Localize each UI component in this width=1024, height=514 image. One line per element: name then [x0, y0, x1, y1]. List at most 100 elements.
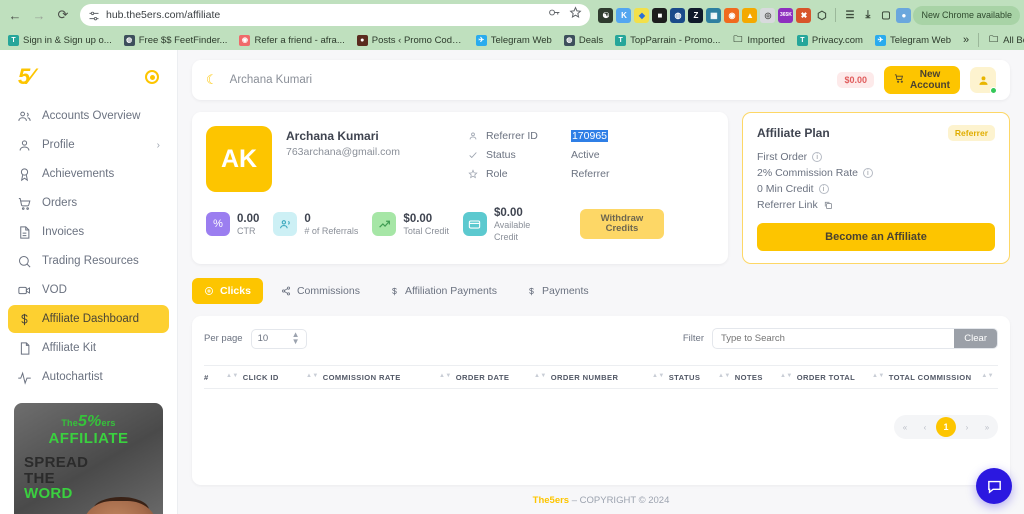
- withdraw-credits-button[interactable]: Withdraw Credits: [579, 209, 664, 240]
- col-total-commission[interactable]: ▲▼ TOTAL COMMISSION ▲▼: [872, 373, 998, 382]
- col-order-total[interactable]: ▲▼ ORDER TOTAL: [780, 373, 872, 382]
- plan-line-text: Referrer Link: [757, 199, 818, 211]
- stat-ctr: % 0.00 CTR: [206, 212, 273, 238]
- sidebar-item-invoices[interactable]: Invoices: [8, 218, 169, 246]
- bookmark-item[interactable]: ◉ Refer a friend - afra...: [233, 33, 350, 48]
- col-status[interactable]: ▲▼ STATUS: [652, 373, 718, 382]
- sort-icon[interactable]: ▲▼: [981, 374, 994, 379]
- new-account-button[interactable]: New Account: [884, 66, 960, 94]
- sort-icon[interactable]: ▲▼: [780, 374, 793, 379]
- chrome-profile-icon[interactable]: ●: [896, 7, 912, 23]
- all-bookmarks-button[interactable]: 🗀 All Bookmarks: [982, 33, 1024, 48]
- bookmark-item[interactable]: ✈ Telegram Web: [470, 33, 558, 48]
- sidebar-item-affiliate-dashboard[interactable]: Affiliate Dashboard: [8, 305, 169, 333]
- bookmark-item[interactable]: T TopParrain - Promo...: [609, 33, 726, 48]
- browser-chrome: ← → ⟳ hub.the5ers.com/affiliate ☯ K ◆ ■ …: [0, 0, 1024, 50]
- info-icon[interactable]: i: [818, 184, 829, 194]
- extension-icon[interactable]: ■: [652, 7, 668, 23]
- col-order-date[interactable]: ▲▼ ORDER DATE: [439, 373, 534, 382]
- reading-list-icon[interactable]: ☰: [842, 8, 857, 23]
- chrome-update-chip[interactable]: New Chrome available: [913, 5, 1020, 25]
- star-icon[interactable]: [569, 6, 582, 24]
- profile-name: Archana Kumari: [286, 129, 379, 143]
- sidebar-item-trading-resources[interactable]: Trading Resources: [8, 247, 169, 275]
- page-last-button[interactable]: »: [978, 418, 996, 436]
- sidebar-item-achievements[interactable]: Achievements: [8, 160, 169, 188]
- sort-icon[interactable]: ▲▼: [872, 374, 885, 379]
- bookmark-item[interactable]: T Sign in & Sign up o...: [2, 33, 118, 48]
- bookmark-item[interactable]: ✈ Telegram Web: [869, 33, 957, 48]
- sidebar-item-autochartist[interactable]: Autochartist: [8, 363, 169, 391]
- forward-button[interactable]: →: [28, 4, 50, 26]
- back-button[interactable]: ←: [4, 4, 26, 26]
- col-commission-rate[interactable]: ▲▼ COMMISSION RATE: [306, 373, 439, 382]
- profile-stats: % 0.00 CTR 0 # of Referrals $0.00 Total …: [206, 206, 714, 243]
- search-input[interactable]: [713, 329, 955, 348]
- page-current[interactable]: 1: [936, 417, 956, 437]
- extension-icon[interactable]: ▲: [742, 7, 758, 23]
- col-notes[interactable]: ▲▼ NOTES: [718, 373, 780, 382]
- collapse-toggle-icon[interactable]: [145, 70, 159, 84]
- extension-icon[interactable]: K: [616, 7, 632, 23]
- extension-icon[interactable]: Z: [688, 7, 704, 23]
- extension-icon[interactable]: ☯: [598, 7, 614, 23]
- extension-icon[interactable]: ◍: [670, 7, 686, 23]
- become-affiliate-button[interactable]: Become an Affiliate: [757, 223, 995, 251]
- page-first-button[interactable]: «: [896, 418, 914, 436]
- sort-icon[interactable]: ▲▼: [652, 374, 665, 379]
- sidebar-item-label: Invoices: [42, 226, 85, 238]
- bookmark-item[interactable]: 🗀 Imported: [726, 33, 791, 48]
- bookmark-item[interactable]: ◍ Deals: [558, 33, 609, 48]
- sort-icon[interactable]: ▲▼: [718, 374, 731, 379]
- table-body: [204, 389, 998, 407]
- moon-icon[interactable]: ☾: [206, 72, 218, 88]
- tab-label: Commissions: [296, 285, 360, 297]
- download-icon[interactable]: ⤓: [860, 8, 875, 23]
- logo[interactable]: 5⁄: [18, 64, 33, 90]
- affiliate-promo-banner[interactable]: The5%ers AFFILIATE SPREAD THE WORD: [14, 403, 163, 514]
- clear-button[interactable]: Clear: [954, 329, 997, 348]
- extension-icon[interactable]: ▦: [706, 7, 722, 23]
- extension-icon[interactable]: 365K: [778, 7, 794, 23]
- bookmark-item[interactable]: ◍ Free $$ FeetFinder...: [118, 33, 234, 48]
- sidebar-item-vod[interactable]: VOD: [8, 276, 169, 304]
- tune-icon[interactable]: [88, 9, 100, 21]
- info-icon[interactable]: i: [862, 168, 873, 178]
- extension-icon[interactable]: ◉: [724, 7, 740, 23]
- info-icon[interactable]: i: [812, 152, 823, 162]
- avatar[interactable]: [970, 67, 997, 94]
- tab-commissions[interactable]: Commissions: [269, 278, 372, 304]
- page-prev-button[interactable]: ‹: [916, 418, 934, 436]
- sidebar-item-accounts-overview[interactable]: Accounts Overview: [8, 102, 169, 130]
- side-panel-icon[interactable]: ▢: [878, 8, 893, 23]
- extension-icon[interactable]: ◆: [634, 7, 650, 23]
- copy-icon[interactable]: [823, 200, 833, 210]
- page-next-button[interactable]: ›: [958, 418, 976, 436]
- reload-button[interactable]: ⟳: [52, 4, 74, 26]
- sort-icon[interactable]: ▲▼: [439, 374, 452, 379]
- sort-icon[interactable]: ▲▼: [534, 374, 547, 379]
- document-icon: [17, 225, 32, 240]
- extension-icon[interactable]: ⬡: [814, 8, 829, 23]
- col-order-number[interactable]: ▲▼ ORDER NUMBER: [534, 373, 652, 382]
- sort-icon[interactable]: ▲▼: [226, 374, 239, 379]
- bookmark-item[interactable]: ● Posts ‹ Promo Code...: [351, 33, 470, 48]
- tab-payments[interactable]: Payments: [515, 278, 601, 304]
- chat-bubble-icon[interactable]: [976, 468, 1012, 504]
- sidebar-item-orders[interactable]: Orders: [8, 189, 169, 217]
- bookmark-item[interactable]: T Privacy.com: [791, 33, 869, 48]
- per-page-select[interactable]: 10 ▲ ▼: [250, 328, 307, 349]
- address-bar[interactable]: hub.the5ers.com/affiliate: [80, 4, 591, 26]
- summary-row: AK Archana Kumari 763archana@gmail.com R…: [192, 112, 1010, 264]
- tab-affiliation-payments[interactable]: Affiliation Payments: [378, 278, 509, 304]
- sidebar-item-affiliate-kit[interactable]: Affiliate Kit: [8, 334, 169, 362]
- bookmarks-overflow-button[interactable]: »: [957, 34, 975, 46]
- col-click-id[interactable]: ▲▼ CLICK ID: [226, 373, 306, 382]
- sidebar-item-profile[interactable]: Profile ›: [8, 131, 169, 159]
- sort-icon[interactable]: ▲▼: [306, 374, 319, 379]
- extension-icon[interactable]: ◎: [760, 7, 776, 23]
- referrer-id-value[interactable]: 170965: [570, 129, 609, 142]
- key-icon[interactable]: [548, 6, 561, 24]
- tab-clicks[interactable]: Clicks: [192, 278, 263, 304]
- extension-icon[interactable]: ✖: [796, 7, 812, 23]
